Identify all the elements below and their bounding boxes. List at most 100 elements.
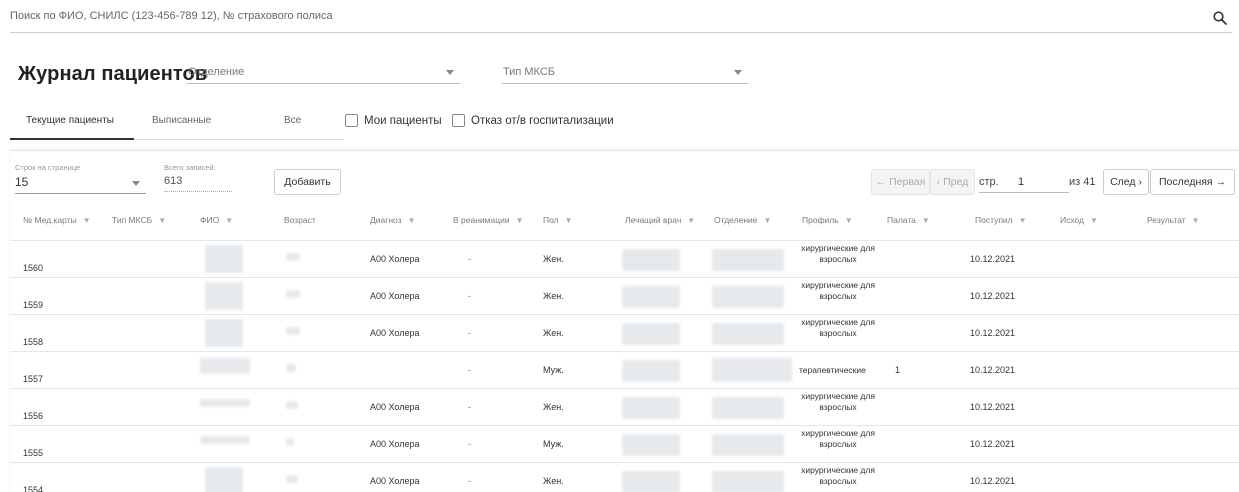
sex-cell: Жен. — [543, 254, 564, 264]
page-total: из 41 — [1069, 176, 1096, 188]
chevron-down-icon — [734, 70, 742, 75]
column-header-result[interactable]: Результат ▼ — [1147, 215, 1200, 225]
column-header-sex[interactable]: Пол ▼ — [543, 215, 573, 225]
table-row[interactable]: 1556 A00 Холера - Жен. хирургические для… — [10, 388, 1239, 425]
next-page-button[interactable]: След › — [1103, 169, 1149, 195]
admitted-date-cell: 10.12.2021 — [970, 402, 1016, 412]
redacted-age — [286, 401, 298, 409]
column-header-label: В реанимации — [453, 215, 510, 225]
card-number-cell: 1557 — [23, 374, 44, 384]
column-header-full-name[interactable]: ФИО ▼ — [200, 215, 233, 225]
tab-discharged[interactable]: Выписанные — [152, 115, 211, 126]
redacted-age — [286, 253, 300, 261]
admitted-date-cell: 10.12.2021 — [970, 365, 1016, 375]
last-page-button[interactable]: Последняя → — [1150, 169, 1235, 195]
redacted-age — [286, 475, 298, 483]
redacted-full-name — [205, 467, 243, 492]
first-page-button[interactable]: ← Первая — [871, 169, 930, 195]
redacted-department — [712, 397, 784, 419]
department-select[interactable]: Отделение — [187, 62, 460, 84]
profile-cell: хирургические для взрослых — [801, 391, 875, 412]
card-number-cell: 1556 — [23, 411, 44, 421]
diagnosis-cell: A00 Холера — [370, 439, 420, 449]
card-number-cell: 1554 — [23, 485, 44, 492]
column-header-age[interactable]: Возраст — [284, 215, 316, 225]
icu-cell: - — [468, 254, 471, 264]
column-header-label: Профиль — [802, 215, 839, 225]
diagnosis-cell: A00 Холера — [370, 402, 420, 412]
filter-icon[interactable]: ▼ — [158, 216, 166, 225]
checkbox-box[interactable] — [452, 114, 465, 127]
icu-cell: - — [468, 328, 471, 338]
department-select-label: Отделение — [188, 66, 245, 78]
column-header-icu[interactable]: В реанимации ▼ — [453, 215, 524, 225]
active-tab-indicator — [10, 138, 134, 140]
redacted-doctor — [622, 397, 680, 419]
search-input[interactable] — [10, 10, 1190, 22]
column-header-label: Исход — [1060, 215, 1085, 225]
column-header-label: Лечащий врач — [625, 215, 682, 225]
filter-icon[interactable]: ▼ — [408, 216, 416, 225]
mksb-type-select[interactable]: Тип МКСБ — [502, 62, 748, 84]
diagnosis-cell: A00 Холера — [370, 254, 420, 264]
table-row[interactable]: 1554 A00 Холера - Жен. хирургические для… — [10, 462, 1239, 492]
redacted-age — [286, 364, 296, 372]
rows-per-page-label: Строк на странице — [15, 163, 81, 172]
column-header-mksb-type[interactable]: Тип МКСБ ▼ — [112, 215, 166, 225]
redacted-doctor — [622, 323, 680, 345]
checkbox-box[interactable] — [345, 114, 358, 127]
filter-icon[interactable]: ▼ — [763, 216, 771, 225]
column-header-outcome[interactable]: Исход ▼ — [1060, 215, 1098, 225]
filter-icon[interactable]: ▼ — [1019, 216, 1027, 225]
redacted-doctor — [622, 434, 680, 456]
card-number-cell: 1558 — [23, 337, 44, 347]
filter-icon[interactable]: ▼ — [845, 216, 853, 225]
profile-cell: хирургические для взрослых — [801, 465, 875, 486]
filter-icon[interactable]: ▼ — [516, 216, 524, 225]
table-row[interactable]: 1560 A00 Холера - Жен. хирургические для… — [10, 240, 1239, 277]
column-header-doctor[interactable]: Лечащий врач ▼ — [625, 215, 695, 225]
column-header-label: Отделение — [714, 215, 758, 225]
column-header-ward[interactable]: Палата ▼ — [887, 215, 930, 225]
filter-icon[interactable]: ▼ — [565, 216, 573, 225]
filter-icon[interactable]: ▼ — [1192, 216, 1200, 225]
sex-cell: Жен. — [543, 291, 564, 301]
table-row[interactable]: 1557 - Муж. терапевтические 1 10.12.2021 — [10, 351, 1239, 388]
diagnosis-cell: A00 Холера — [370, 291, 420, 301]
column-header-label: Поступил — [975, 215, 1013, 225]
profile-cell: хирургические для взрослых — [801, 280, 875, 301]
column-header-label: Результат — [1147, 215, 1186, 225]
filter-icon[interactable]: ▼ — [225, 216, 233, 225]
table-row[interactable]: 1558 A00 Холера - Жен. хирургические для… — [10, 314, 1239, 351]
column-header-department[interactable]: Отделение ▼ — [714, 215, 771, 225]
icu-cell: - — [468, 365, 471, 375]
redacted-department — [712, 358, 792, 382]
search-icon[interactable] — [1212, 10, 1228, 26]
rows-per-page-select[interactable]: 15 — [15, 172, 146, 194]
hospitalization-refusal-checkbox[interactable]: Отказ от/в госпитализации — [452, 114, 614, 127]
redacted-department — [712, 434, 784, 456]
table-row[interactable]: 1555 A00 Холера - Муж. хирургические для… — [10, 425, 1239, 462]
filter-icon[interactable]: ▼ — [687, 216, 695, 225]
card-number-cell: 1559 — [23, 300, 44, 310]
icu-cell: - — [468, 402, 471, 412]
filter-icon[interactable]: ▼ — [1090, 216, 1098, 225]
my-patients-checkbox[interactable]: Мои пациенты — [345, 114, 442, 127]
total-records-label: Всего записей: — [164, 163, 216, 172]
filter-icon[interactable]: ▼ — [922, 216, 930, 225]
tab-current-patients[interactable]: Текущие пациенты — [26, 115, 114, 126]
column-header-diagnosis[interactable]: Диагноз ▼ — [370, 215, 415, 225]
prev-page-button[interactable]: ‹ Пред — [930, 169, 975, 195]
column-header-profile[interactable]: Профиль ▼ — [802, 215, 853, 225]
column-header-label: Диагноз — [370, 215, 402, 225]
rows-per-page-value: 15 — [15, 175, 29, 189]
card-number-cell: 1560 — [23, 263, 44, 273]
add-button[interactable]: Добавить — [274, 169, 341, 195]
admitted-date-cell: 10.12.2021 — [970, 439, 1016, 449]
filter-icon[interactable]: ▼ — [83, 216, 91, 225]
tab-all[interactable]: Все — [284, 115, 301, 126]
column-header-card-number[interactable]: № Мед.карты ▼ — [23, 215, 91, 225]
column-header-admitted[interactable]: Поступил ▼ — [975, 215, 1027, 225]
table-row[interactable]: 1559 A00 Холера - Жен. хирургические для… — [10, 277, 1239, 314]
card-number-cell: 1555 — [23, 448, 44, 458]
